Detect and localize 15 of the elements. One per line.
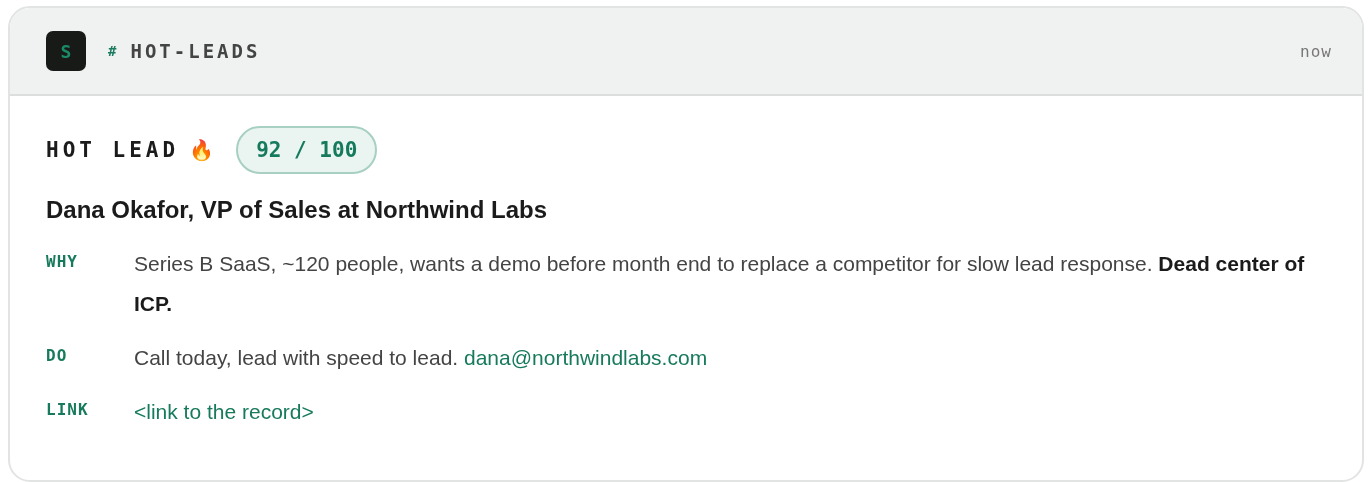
detail-text: Series B SaaS, ~120 people, wants a demo before month end to replace a competitor for slow lead response. Dead center of ICP. (134, 251, 1306, 317)
detail-text: Call today, lead with speed to lead. dana@northwindlabs.com (134, 345, 709, 371)
channel-name: HOT-LEADS (130, 40, 261, 62)
channel-hash: # (108, 43, 117, 59)
detail-label: LINK (46, 399, 90, 419)
lead-title: Dana Okafor, VP of Sales at Northwind Labs (46, 196, 548, 224)
timestamp: now (1300, 41, 1332, 61)
detail-label: WHY (46, 251, 79, 271)
lead-tag: HOT LEAD (46, 138, 180, 162)
score-badge: 92 / 100 (236, 126, 378, 174)
fire-emoji: 🔥 (189, 138, 215, 162)
app-avatar: S (46, 31, 86, 71)
detail-label: DO (46, 345, 69, 365)
email-link[interactable]: dana@northwindlabs.com (464, 346, 708, 369)
record-link[interactable]: <link to the record> (134, 400, 314, 423)
